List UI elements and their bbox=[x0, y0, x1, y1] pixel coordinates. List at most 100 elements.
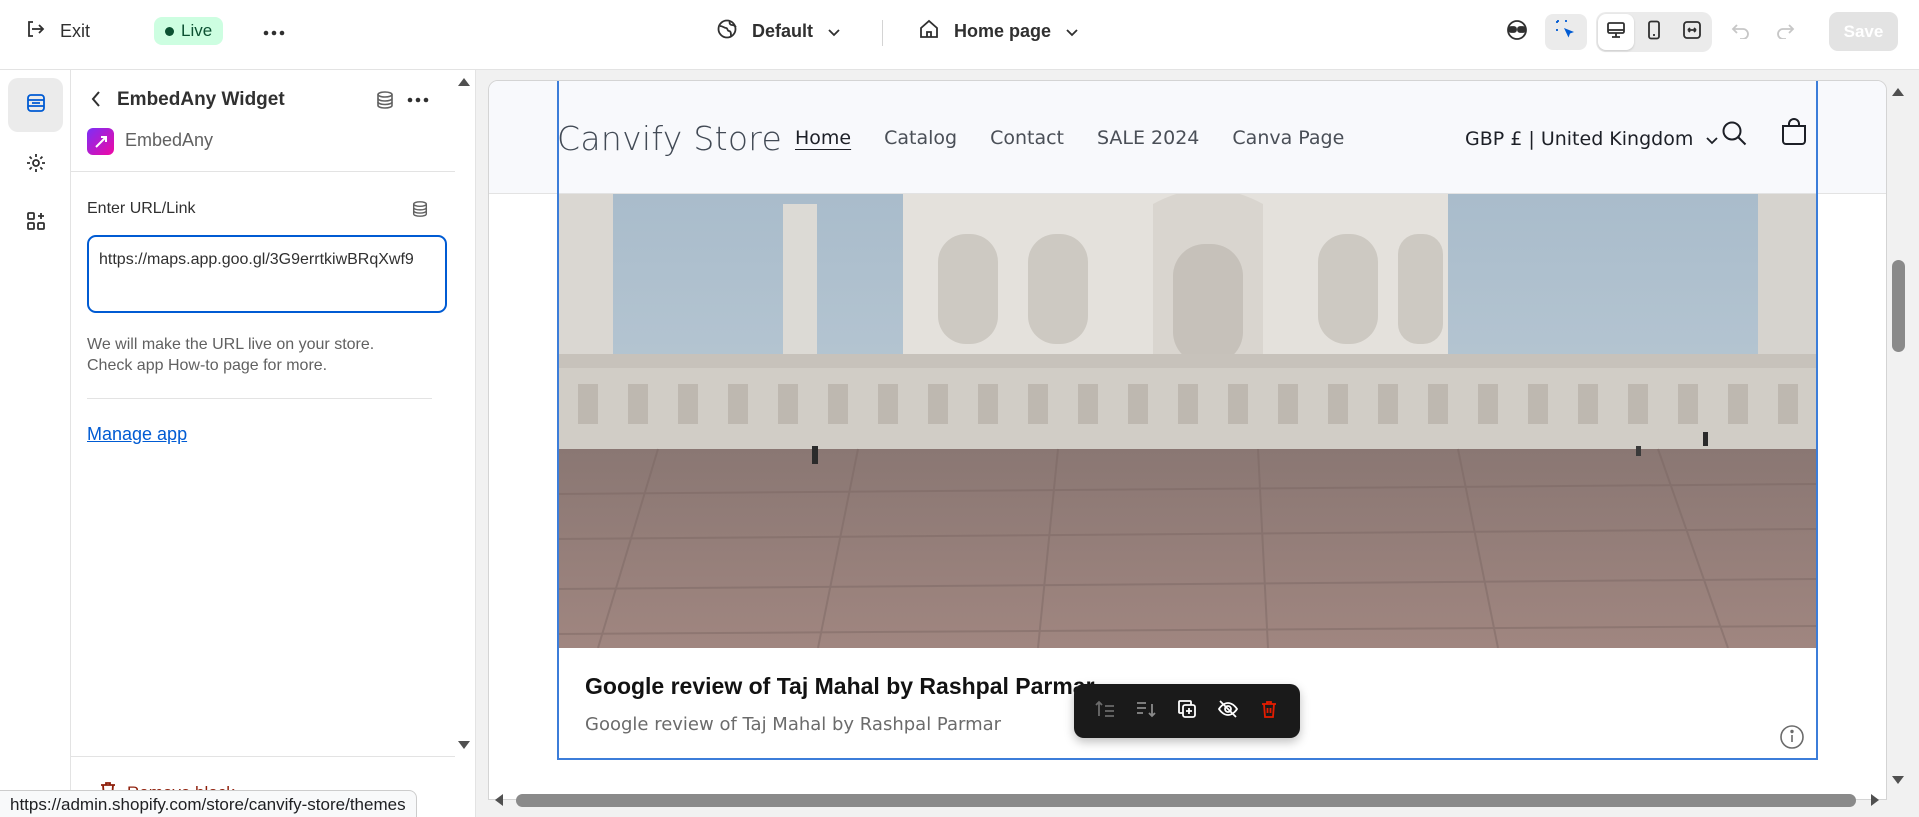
move-down-icon bbox=[1135, 700, 1157, 723]
cursor-select-icon bbox=[1554, 18, 1578, 47]
apps-icon bbox=[25, 210, 47, 237]
dynamic-source-button[interactable] bbox=[375, 90, 395, 115]
info-icon bbox=[1779, 725, 1805, 754]
taj-mahal-image bbox=[558, 194, 1817, 648]
theme-label: Default bbox=[752, 20, 814, 41]
ai-assistant-button[interactable] bbox=[1496, 14, 1538, 50]
exit-icon bbox=[24, 18, 46, 45]
store-header: Canvify Store Home Catalog Contact SALE … bbox=[489, 81, 1886, 194]
theme-selector[interactable]: Default bbox=[716, 16, 841, 46]
block-settings-panel: EmbedAny Widget EmbedAny Enter URL/Link … bbox=[71, 70, 476, 817]
currency-selector[interactable]: GBP £ | United Kingdom bbox=[1465, 128, 1719, 150]
back-button[interactable] bbox=[85, 90, 107, 112]
app-name: EmbedAny bbox=[125, 130, 214, 150]
preview-scroll-up-arrow[interactable] bbox=[1891, 84, 1905, 102]
duplicate-icon bbox=[1177, 699, 1197, 724]
delete-button[interactable] bbox=[1251, 693, 1287, 729]
database-icon bbox=[411, 201, 429, 222]
undo-icon bbox=[1731, 21, 1751, 44]
block-more-button[interactable] bbox=[407, 90, 429, 115]
info-button[interactable] bbox=[1779, 724, 1805, 755]
chevron-down-icon bbox=[1065, 21, 1079, 42]
store-nav: Home Catalog Contact SALE 2024 Canva Pag… bbox=[795, 127, 1344, 149]
nav-link-sale[interactable]: SALE 2024 bbox=[1097, 127, 1199, 149]
undo-button[interactable] bbox=[1720, 14, 1762, 50]
url-input[interactable] bbox=[87, 235, 447, 313]
mobile-icon bbox=[1646, 20, 1662, 45]
preview-horizontal-scrollbar[interactable] bbox=[516, 794, 1856, 807]
preview-vertical-scrollbar[interactable] bbox=[1892, 260, 1905, 352]
sections-icon bbox=[25, 92, 47, 119]
page-selector[interactable]: Home page bbox=[918, 16, 1079, 46]
home-icon bbox=[918, 18, 940, 45]
field-dynamic-source-button[interactable] bbox=[411, 200, 429, 223]
chevron-down-icon bbox=[827, 21, 841, 42]
move-up-button[interactable] bbox=[1087, 693, 1123, 729]
more-actions-button[interactable] bbox=[260, 18, 288, 46]
nav-link-canva-page[interactable]: Canva Page bbox=[1232, 127, 1344, 149]
move-down-button[interactable] bbox=[1128, 693, 1164, 729]
browser-status-url: https://admin.shopify.com/store/canvify-… bbox=[0, 790, 417, 817]
globe-icon bbox=[716, 18, 738, 45]
preview-scroll-right-arrow[interactable] bbox=[1870, 793, 1880, 812]
fullwidth-view-button[interactable] bbox=[1674, 14, 1710, 50]
sections-nav-button[interactable] bbox=[8, 78, 63, 132]
apps-nav-button[interactable] bbox=[8, 196, 63, 250]
editor-top-bar: Exit Live Default Home page Save bbox=[0, 0, 1919, 70]
trash-icon bbox=[1260, 699, 1278, 724]
live-label: Live bbox=[181, 21, 213, 40]
store-search-button[interactable] bbox=[1720, 119, 1748, 152]
save-button[interactable]: Save bbox=[1829, 12, 1898, 51]
redo-button[interactable] bbox=[1764, 14, 1806, 50]
more-horizontal-icon bbox=[263, 23, 285, 41]
panel-header: EmbedAny Widget EmbedAny bbox=[71, 70, 455, 172]
url-field-label: Enter URL/Link bbox=[87, 200, 196, 217]
embedany-logo bbox=[87, 128, 114, 155]
chevron-down-icon bbox=[1705, 128, 1719, 150]
panel-scroll-down-arrow[interactable] bbox=[457, 737, 471, 755]
eye-off-icon bbox=[1217, 699, 1239, 724]
topbar-divider bbox=[882, 20, 883, 46]
preview-scroll-left-arrow[interactable] bbox=[494, 793, 504, 812]
chevron-left-icon bbox=[90, 90, 102, 113]
cart-icon bbox=[1779, 118, 1809, 151]
store-logo[interactable]: Canvify Store bbox=[557, 119, 782, 158]
search-icon bbox=[1720, 121, 1748, 151]
database-icon bbox=[375, 91, 395, 114]
page-label: Home page bbox=[954, 20, 1052, 41]
move-up-icon bbox=[1094, 700, 1116, 723]
nav-link-home[interactable]: Home bbox=[795, 127, 851, 149]
redo-icon bbox=[1775, 21, 1795, 44]
hide-button[interactable] bbox=[1210, 693, 1246, 729]
preview-scroll-down-arrow[interactable] bbox=[1891, 772, 1905, 790]
block-floating-toolbar bbox=[1074, 684, 1300, 738]
more-horizontal-icon bbox=[407, 97, 429, 114]
desktop-icon bbox=[1606, 20, 1626, 45]
exit-label: Exit bbox=[60, 20, 91, 41]
manage-app-link[interactable]: Manage app bbox=[87, 424, 187, 445]
live-dot-icon bbox=[165, 26, 174, 36]
sidekick-glasses-icon bbox=[1504, 19, 1530, 46]
duplicate-button[interactable] bbox=[1169, 693, 1205, 729]
exit-button[interactable]: Exit bbox=[24, 16, 90, 46]
panel-divider bbox=[87, 398, 432, 399]
live-status-badge: Live bbox=[154, 17, 224, 45]
currency-label: GBP £ | United Kingdom bbox=[1465, 128, 1694, 150]
device-preview-group bbox=[1596, 12, 1712, 52]
inspector-select-button[interactable] bbox=[1545, 14, 1587, 50]
panel-title: EmbedAny Widget bbox=[117, 89, 285, 110]
panel-scroll-up-arrow[interactable] bbox=[457, 74, 471, 92]
gear-icon bbox=[25, 152, 47, 179]
nav-link-catalog[interactable]: Catalog bbox=[884, 127, 957, 149]
store-cart-button[interactable] bbox=[1779, 117, 1809, 152]
panel-footer-divider bbox=[71, 756, 455, 757]
mobile-view-button[interactable] bbox=[1636, 14, 1672, 50]
left-rail bbox=[0, 70, 71, 817]
review-subtitle: Google review of Taj Mahal by Rashpal Pa… bbox=[585, 714, 1002, 735]
theme-settings-nav-button[interactable] bbox=[8, 138, 63, 192]
fullscreen-icon bbox=[1682, 20, 1702, 45]
review-title: Google review of Taj Mahal by Rashpal Pa… bbox=[585, 673, 1095, 699]
nav-link-contact[interactable]: Contact bbox=[990, 127, 1064, 149]
desktop-view-button[interactable] bbox=[1598, 14, 1634, 50]
url-help-text: We will make the URL live on your store.… bbox=[87, 336, 375, 374]
